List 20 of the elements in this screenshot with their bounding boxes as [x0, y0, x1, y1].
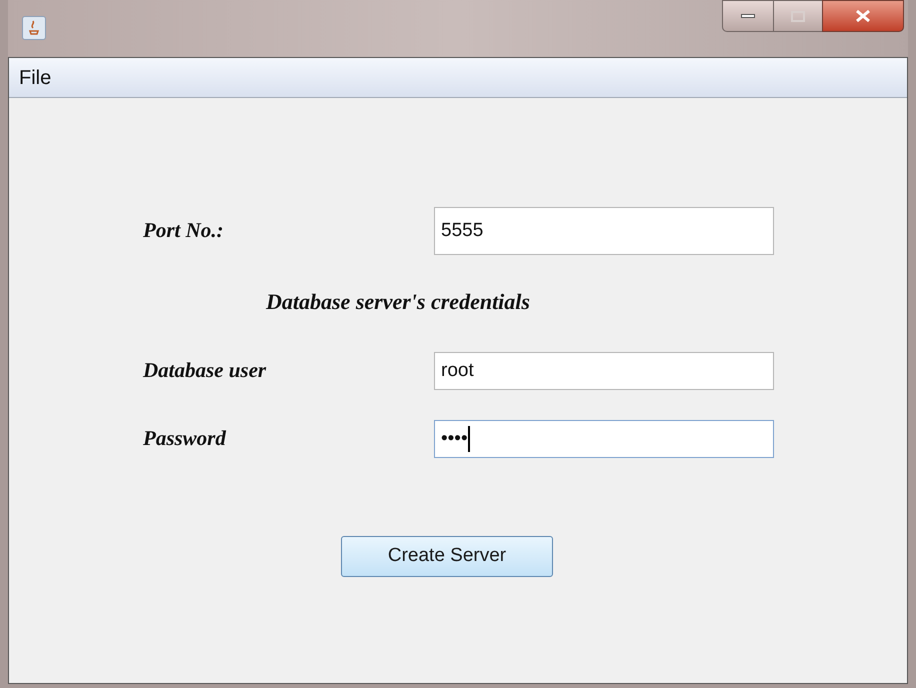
field-value: 5555 [441, 218, 484, 243]
field-label: Port No.: [143, 217, 224, 244]
section-heading: Database server's credentials [266, 288, 531, 316]
field-value: •••• [441, 426, 468, 451]
create-server-button[interactable]: Create Server [341, 536, 553, 577]
field-label: Database user [143, 357, 268, 384]
input-field[interactable]: root [434, 352, 774, 390]
menu-item[interactable]: File [17, 62, 54, 92]
input-field[interactable]: •••• [434, 420, 774, 458]
text-cursor-icon [468, 426, 470, 452]
field-label: Password [143, 425, 227, 452]
input-field[interactable]: 5555 [434, 207, 774, 255]
app-icon [22, 16, 46, 40]
field-value: root [441, 358, 474, 383]
minimize-button[interactable] [722, 0, 774, 32]
close-button[interactable] [822, 0, 904, 32]
maximize-icon [791, 10, 805, 22]
close-icon [854, 9, 872, 23]
minimize-icon [741, 14, 755, 18]
maximize-button[interactable] [774, 0, 822, 32]
